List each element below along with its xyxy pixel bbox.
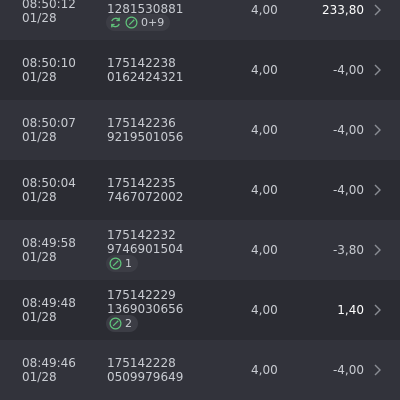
- transaction-row[interactable]: 08:50:12 01/28 1281530881 0+9 4,00 233,8…: [0, 0, 400, 40]
- chevron-right-icon: [374, 244, 381, 256]
- transaction-row[interactable]: 08:49:48 01/28 175142229 1369030656 2 4,…: [0, 280, 400, 340]
- row-ticket-number: 0509979649: [107, 370, 184, 384]
- row-ticket-number: 9746901504: [107, 242, 184, 256]
- row-bet-id: 175142235: [107, 176, 176, 190]
- row-time: 08:49:48: [22, 296, 76, 310]
- row-time: 08:50:04: [22, 176, 76, 190]
- transaction-row[interactable]: 08:50:04 01/28 175142235 7467072002 4,00…: [0, 160, 400, 220]
- transaction-row[interactable]: 08:50:07 01/28 175142236 9219501056 4,00…: [0, 100, 400, 160]
- row-time: 08:50:12: [22, 0, 76, 11]
- row-amount: 1,40: [337, 303, 364, 317]
- transaction-row[interactable]: 08:49:46 01/28 175142228 0509979649 4,00…: [0, 340, 400, 400]
- row-time: 08:49:58: [22, 236, 76, 250]
- chevron-right-icon: [374, 124, 381, 136]
- row-ticket-number: 1369030656: [107, 302, 184, 316]
- row-date: 01/28: [22, 11, 57, 25]
- row-amount: -4,00: [332, 363, 364, 377]
- transaction-row[interactable]: 08:50:10 01/28 175142238 0162424321 4,00…: [0, 40, 400, 100]
- row-date: 01/28: [22, 190, 57, 204]
- row-stake: 4,00: [251, 303, 278, 317]
- row-amount: 233,80: [322, 3, 364, 17]
- row-stake: 4,00: [251, 123, 278, 137]
- row-date: 01/28: [22, 370, 57, 384]
- row-ticket-number: 0162424321: [107, 70, 184, 84]
- row-ticket-number: 7467072002: [107, 190, 184, 204]
- row-amount: -3,80: [332, 243, 364, 257]
- chevron-right-icon: [374, 184, 381, 196]
- row-bet-id: 175142236: [107, 116, 176, 130]
- row-badge: 1: [106, 255, 138, 272]
- refresh-icon: [111, 17, 120, 28]
- transaction-list: 08:50:12 01/28 1281530881 0+9 4,00 233,8…: [0, 0, 400, 400]
- badge-text: 1: [125, 257, 132, 270]
- row-amount: -4,00: [332, 123, 364, 137]
- transaction-row[interactable]: 08:49:58 01/28 175142232 9746901504 1 4,…: [0, 220, 400, 280]
- row-stake: 4,00: [251, 63, 278, 77]
- row-date: 01/28: [22, 130, 57, 144]
- chevron-right-icon: [374, 4, 381, 16]
- row-badge: 0+9: [106, 14, 171, 31]
- chevron-right-icon: [374, 304, 381, 316]
- badge-text: 2: [125, 317, 132, 330]
- bet-icon: [125, 16, 138, 29]
- row-time: 08:49:46: [22, 356, 76, 370]
- row-amount: -4,00: [332, 63, 364, 77]
- row-stake: 4,00: [251, 183, 278, 197]
- row-bet-id: 175142229: [107, 288, 176, 302]
- row-time: 08:50:07: [22, 116, 76, 130]
- row-bet-id: 175142232: [107, 228, 176, 242]
- row-stake: 4,00: [251, 363, 278, 377]
- row-stake: 4,00: [251, 243, 278, 257]
- chevron-right-icon: [374, 364, 381, 376]
- row-date: 01/28: [22, 250, 57, 264]
- row-badge: 2: [106, 315, 138, 332]
- chevron-right-icon: [374, 64, 381, 76]
- row-date: 01/28: [22, 70, 57, 84]
- row-amount: -4,00: [332, 183, 364, 197]
- row-time: 08:50:10: [22, 56, 76, 70]
- bet-icon: [109, 317, 122, 330]
- row-bet-id: 175142228: [107, 356, 176, 370]
- row-bet-id: 175142238: [107, 56, 176, 70]
- row-date: 01/28: [22, 310, 57, 324]
- bet-icon: [109, 257, 122, 270]
- badge-text: 0+9: [141, 16, 165, 29]
- row-stake: 4,00: [251, 3, 278, 17]
- row-ticket-number: 9219501056: [107, 130, 184, 144]
